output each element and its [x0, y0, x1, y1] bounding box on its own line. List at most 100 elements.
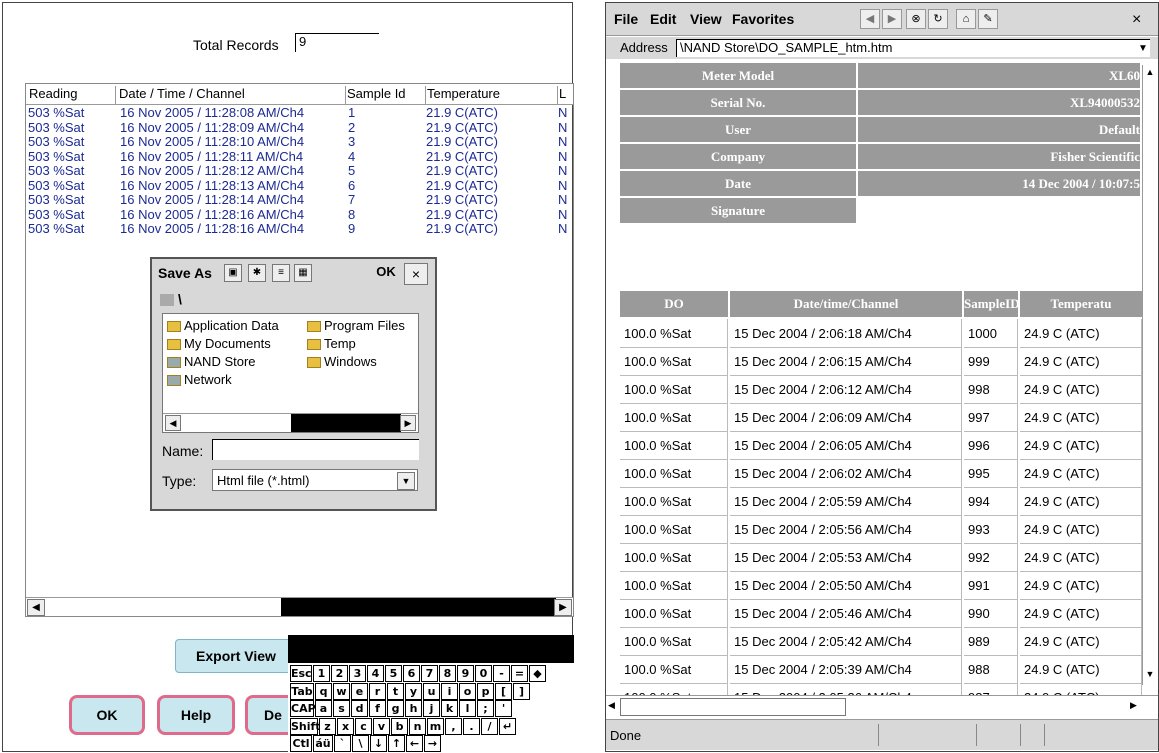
- key[interactable]: ;: [477, 700, 494, 717]
- file-list-scrollbar[interactable]: ◀ ▶: [163, 413, 418, 432]
- menu-file[interactable]: File: [614, 11, 638, 27]
- up-folder-icon[interactable]: ▣: [224, 264, 242, 282]
- file-list[interactable]: Application Data Program Files My Docume…: [162, 313, 419, 433]
- scroll-right-icon[interactable]: ▶: [554, 599, 572, 616]
- key[interactable]: ↑: [388, 735, 405, 752]
- key[interactable]: \: [352, 735, 369, 752]
- key[interactable]: ,: [445, 717, 462, 735]
- refresh-icon[interactable]: ↻: [928, 9, 948, 29]
- key[interactable]: f: [369, 700, 386, 717]
- chevron-down-icon[interactable]: ▼: [397, 472, 415, 490]
- key[interactable]: .: [463, 717, 480, 735]
- list-item[interactable]: 503 %Sat 16 Nov 2005 / 11:28:11 AM/Ch4 4 21…: [26, 149, 573, 164]
- key[interactable]: /: [481, 717, 498, 735]
- key[interactable]: áü: [313, 735, 333, 752]
- key[interactable]: q: [315, 682, 332, 700]
- key[interactable]: c: [355, 717, 372, 735]
- key[interactable]: w: [333, 682, 350, 700]
- folder-item-temp[interactable]: Temp: [307, 336, 356, 351]
- key[interactable]: i: [441, 682, 458, 700]
- key[interactable]: b: [391, 717, 408, 735]
- total-records-field[interactable]: 9: [295, 33, 379, 52]
- window-close-button[interactable]: ×: [1132, 11, 1141, 29]
- dialog-ok-button[interactable]: OK: [374, 264, 398, 282]
- export-view-button[interactable]: Export View: [175, 639, 297, 673]
- key[interactable]: l: [459, 700, 476, 717]
- file-type-select[interactable]: Html file (*.html) ▼: [212, 469, 418, 491]
- list-item[interactable]: 503 %Sat 16 Nov 2005 / 11:28:08 AM/Ch4 1 21…: [26, 106, 573, 120]
- back-icon[interactable]: ◀: [860, 9, 880, 29]
- key[interactable]: x: [337, 717, 354, 735]
- key[interactable]: 0: [475, 665, 492, 682]
- menu-edit[interactable]: Edit: [650, 11, 676, 27]
- key[interactable]: y: [405, 682, 422, 700]
- column-header-l[interactable]: L: [556, 86, 573, 104]
- tools-icon[interactable]: ✎: [978, 9, 998, 29]
- menu-view[interactable]: View: [690, 11, 722, 27]
- scroll-left-icon[interactable]: ◀: [27, 599, 45, 616]
- key[interactable]: s: [333, 700, 350, 717]
- key[interactable]: ]: [513, 682, 530, 700]
- scroll-up-icon[interactable]: ▲: [1144, 67, 1156, 81]
- key[interactable]: 5: [385, 665, 402, 682]
- key[interactable]: d: [351, 700, 368, 717]
- folder-item-program-files[interactable]: Program Files: [307, 318, 405, 333]
- key[interactable]: p: [477, 682, 494, 700]
- key[interactable]: ↓: [370, 735, 387, 752]
- menu-favorites[interactable]: Favorites: [732, 11, 794, 27]
- key[interactable]: 9: [457, 665, 474, 682]
- key[interactable]: z: [319, 717, 336, 735]
- scrollbar-thumb[interactable]: [281, 598, 556, 616]
- scrollbar-thumb[interactable]: [291, 414, 401, 432]
- key[interactable]: 4: [367, 665, 384, 682]
- forward-icon[interactable]: ▶: [882, 9, 902, 29]
- key[interactable]: h: [405, 700, 422, 717]
- list-item[interactable]: 503 %Sat 16 Nov 2005 / 11:28:12 AM/Ch4 5 21…: [26, 164, 573, 178]
- key[interactable]: ←: [406, 735, 423, 752]
- key[interactable]: 3: [349, 665, 366, 682]
- key[interactable]: 2: [331, 665, 348, 682]
- key[interactable]: Shift: [290, 717, 321, 735]
- key[interactable]: ↵: [499, 717, 516, 735]
- key[interactable]: 8: [439, 665, 456, 682]
- scrollbar-thumb[interactable]: [620, 698, 846, 716]
- list-item[interactable]: 503 %Sat 16 Nov 2005 / 11:28:16 AM/Ch4 9 21…: [26, 222, 573, 236]
- page-vertical-scrollbar[interactable]: ▲ ▼: [1142, 65, 1157, 685]
- folder-item-application-data[interactable]: Application Data: [167, 318, 279, 333]
- key[interactable]: Esc: [290, 665, 312, 682]
- list-item[interactable]: 503 %Sat 16 Nov 2005 / 11:28:13 AM/Ch4 6 21…: [26, 178, 573, 193]
- home-icon[interactable]: ⌂: [956, 9, 976, 29]
- key[interactable]: =: [511, 665, 528, 682]
- key[interactable]: ◆: [529, 665, 546, 682]
- key[interactable]: j: [423, 700, 440, 717]
- help-button[interactable]: Help: [157, 695, 235, 735]
- new-folder-icon[interactable]: ✱: [248, 264, 266, 282]
- folder-item-my-documents[interactable]: My Documents: [167, 336, 271, 351]
- key[interactable]: -: [493, 665, 510, 682]
- key[interactable]: o: [459, 682, 476, 700]
- scroll-right-icon[interactable]: ▶: [400, 415, 416, 431]
- scroll-left-icon[interactable]: ◀: [165, 415, 181, 431]
- scroll-down-icon[interactable]: ▼: [1144, 669, 1156, 683]
- ok-button[interactable]: OK: [69, 695, 145, 735]
- key[interactable]: 6: [403, 665, 420, 682]
- list-item[interactable]: 503 %Sat 16 Nov 2005 / 11:28:16 AM/Ch4 8 21…: [26, 207, 573, 222]
- column-header-reading[interactable]: Reading: [26, 86, 116, 104]
- key[interactable]: a: [315, 700, 332, 717]
- folder-item-nand-store[interactable]: NAND Store: [167, 354, 256, 369]
- address-input[interactable]: \NAND Store\DO_SAMPLE_htm.htm: [676, 39, 1150, 57]
- details-view-icon[interactable]: ▦: [294, 264, 312, 282]
- list-item[interactable]: 503 %Sat 16 Nov 2005 / 11:28:10 AM/Ch4 3 21…: [26, 135, 573, 149]
- column-header-datetime[interactable]: Date / Time / Channel: [116, 86, 346, 104]
- list-view-icon[interactable]: ≡: [272, 264, 290, 282]
- dialog-close-button[interactable]: ×: [404, 263, 428, 285]
- key[interactable]: ': [495, 700, 512, 717]
- column-header-sample-id[interactable]: Sample Id: [344, 86, 426, 104]
- file-name-input[interactable]: [212, 439, 419, 460]
- key[interactable]: 1: [313, 665, 330, 682]
- key[interactable]: r: [369, 682, 386, 700]
- key[interactable]: g: [387, 700, 404, 717]
- folder-item-windows[interactable]: Windows: [307, 354, 377, 369]
- page-horizontal-scrollbar[interactable]: ◀ ▶: [606, 695, 1158, 716]
- scroll-right-icon[interactable]: ▶: [1130, 700, 1137, 711]
